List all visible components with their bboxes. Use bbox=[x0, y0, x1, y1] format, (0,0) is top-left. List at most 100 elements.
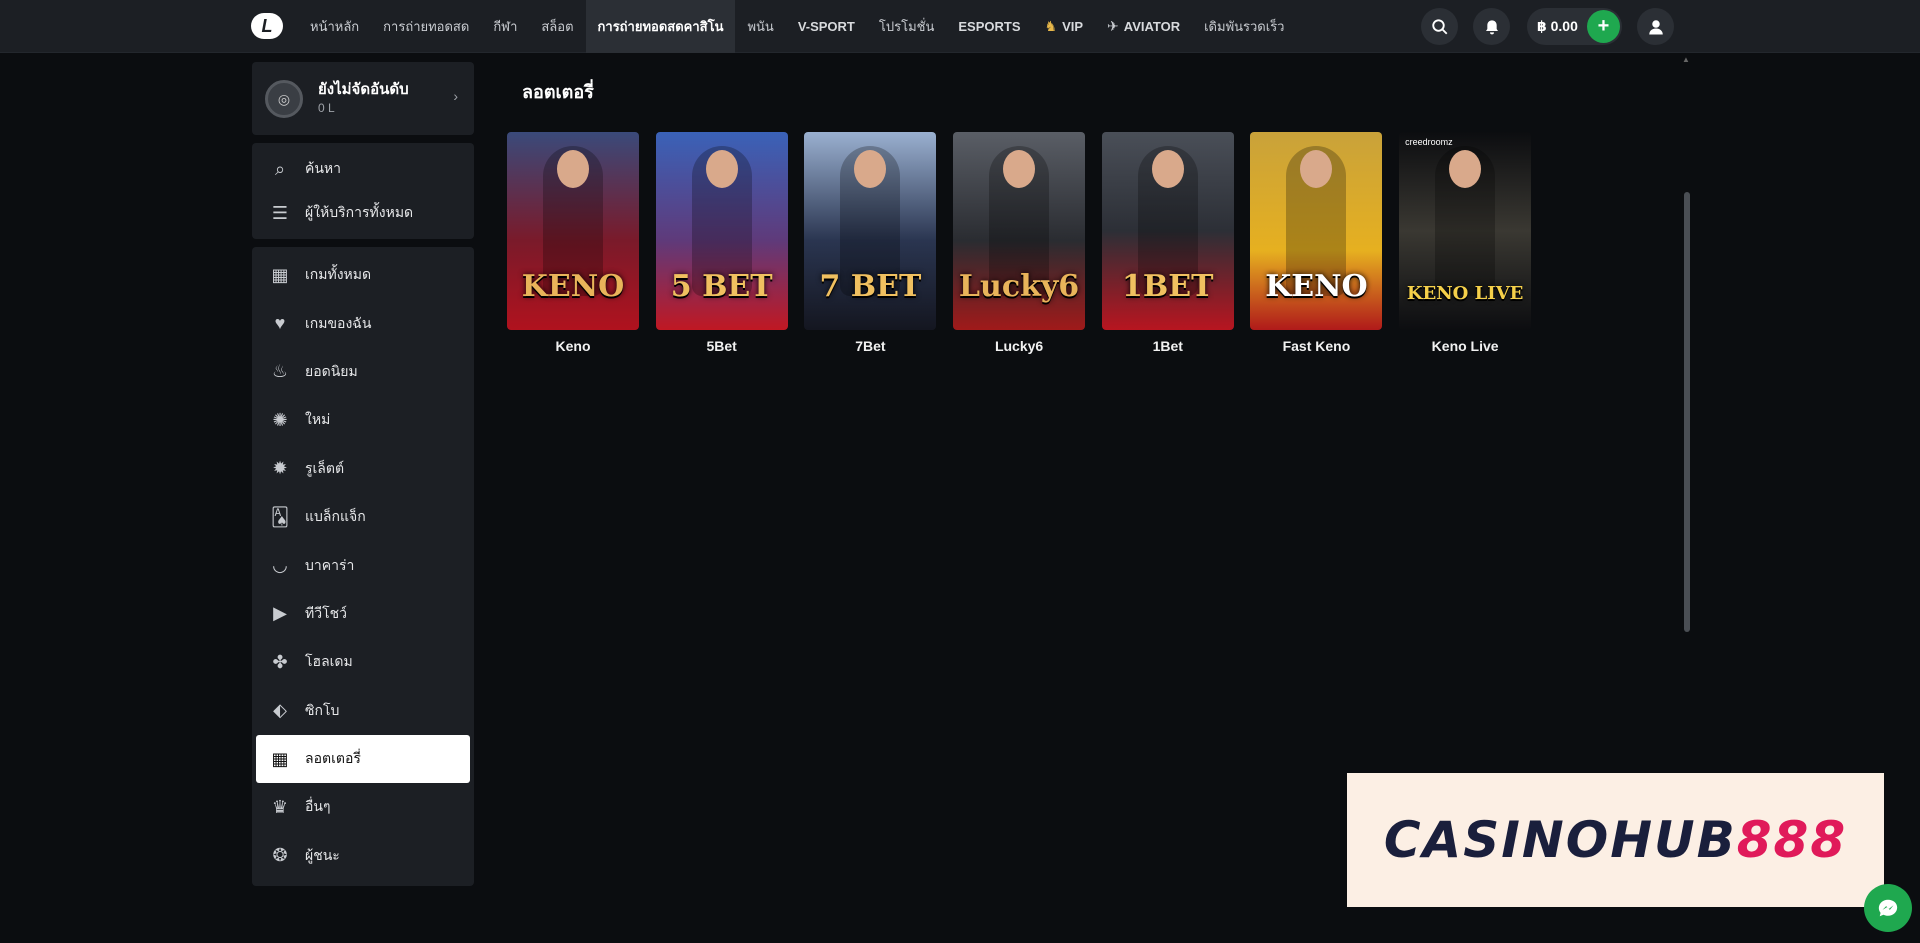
game-card[interactable]: 7 BET 7Bet bbox=[804, 132, 937, 354]
game-logo-text: 5 BET bbox=[670, 269, 773, 304]
game-card[interactable]: Lucky6 Lucky6 bbox=[953, 132, 1086, 354]
new-chip-icon: ✺ bbox=[272, 409, 288, 430]
bell-icon bbox=[1485, 19, 1498, 34]
sidebar-item-play[interactable]: ▶ ทีวีโชว์ bbox=[252, 590, 474, 638]
heart-icon: ♥ bbox=[274, 313, 286, 334]
nav-item-label: VIP bbox=[1062, 19, 1084, 34]
sidebar-item-flame[interactable]: ♨ ยอดนิยม bbox=[252, 348, 474, 396]
game-thumbnail[interactable]: Lucky6 bbox=[953, 132, 1086, 330]
sidebar-item-crown[interactable]: ♛ อื่นๆ bbox=[252, 783, 474, 831]
holdem-icon: ✤ bbox=[272, 651, 288, 672]
sidebar-item-grid[interactable]: ▦ เกมทั้งหมด bbox=[252, 251, 474, 299]
dice-icon: ⬖ bbox=[273, 700, 287, 721]
sidebar: ◎ ยังไม่จัดอันดับ 0 L › ⌕ ค้นหา ☰ ผู้ให้บริ… bbox=[252, 62, 474, 887]
game-card[interactable]: KENO Fast Keno bbox=[1250, 132, 1383, 354]
sidebar-item-baccarat[interactable]: ◡ บาคาร่า bbox=[252, 541, 474, 589]
flame-icon: ♨ bbox=[271, 361, 289, 382]
game-name[interactable]: Keno bbox=[507, 338, 639, 354]
sidebar-item-dice[interactable]: ⬖ ซิกโบ bbox=[252, 687, 474, 735]
game-name[interactable]: 1Bet bbox=[1102, 338, 1234, 354]
nav-item-label: AVIATOR bbox=[1123, 19, 1181, 34]
chat-icon bbox=[1878, 899, 1898, 917]
game-logo-text: KENO bbox=[1265, 269, 1368, 304]
balance-amount: ฿ 0.00 bbox=[1537, 18, 1578, 34]
sidebar-categories: ▦ เกมทั้งหมด ♥ เกมของฉัน ♨ ยอดนิยม ✺ ใหม่ ✹ รูเล็… bbox=[252, 247, 474, 887]
game-logo-text: Lucky6 bbox=[958, 269, 1080, 304]
nav-item-label: การถ่ายทอดสด bbox=[383, 19, 470, 34]
game-logo-text: 7 BET bbox=[819, 269, 922, 304]
sidebar-item-holdem[interactable]: ✤ โฮลเดม bbox=[252, 638, 474, 686]
sidebar-item-lottery[interactable]: ▦ ลอตเตอรี่ bbox=[256, 734, 470, 784]
nav-item-8[interactable]: ESPORTS bbox=[946, 0, 1032, 53]
lottery-icon: ▦ bbox=[271, 748, 289, 769]
provider-tag: creedroomz bbox=[1405, 137, 1453, 147]
sidebar-item-search[interactable]: ⌕ ค้นหา bbox=[252, 147, 474, 191]
dealer-head bbox=[557, 150, 589, 188]
scrollbar-thumb[interactable] bbox=[1684, 192, 1690, 632]
game-name[interactable]: Lucky6 bbox=[953, 338, 1085, 354]
sidebar-item-label: เกมของฉัน bbox=[305, 314, 372, 331]
sidebar-item-cards[interactable]: 🂡 แบล็กแจ็ก bbox=[252, 493, 474, 541]
nav-item-label: พนัน bbox=[747, 19, 774, 34]
game-thumbnail[interactable]: 5 BET bbox=[655, 132, 788, 330]
nav-item-label: สล็อต bbox=[541, 19, 574, 34]
profile-button[interactable] bbox=[1637, 8, 1674, 45]
game-name[interactable]: Fast Keno bbox=[1250, 338, 1382, 354]
site-logo[interactable]: L bbox=[251, 13, 283, 39]
sidebar-item-label: โฮลเดม bbox=[305, 653, 353, 670]
grid-icon: ▦ bbox=[271, 264, 289, 285]
nav-item-5[interactable]: พนัน bbox=[735, 0, 785, 53]
scroll-up-arrow[interactable]: ▲ bbox=[1682, 55, 1690, 64]
page-title: ลอตเตอรี่ bbox=[522, 82, 594, 102]
nav-item-label: โปรโมชั่น bbox=[878, 19, 935, 34]
game-card[interactable]: KENO Keno bbox=[507, 132, 639, 354]
sidebar-item-label: แบล็กแจ็ก bbox=[305, 508, 366, 525]
rank-card[interactable]: ◎ ยังไม่จัดอันดับ 0 L › bbox=[252, 62, 474, 135]
sidebar-item-label: ลอตเตอรี่ bbox=[305, 750, 361, 767]
nav-item-0[interactable]: หน้าหลัก bbox=[298, 0, 371, 53]
search-button[interactable] bbox=[1421, 8, 1458, 45]
sidebar-item-new-chip[interactable]: ✺ ใหม่ bbox=[252, 396, 474, 444]
nav-item-4[interactable]: การถ่ายทอดสดคาสิโน bbox=[585, 0, 736, 53]
games-grid: KENO Keno 5 BET 5Bet 7 BET 7Bet Lucky6 Lucky6 1B… bbox=[507, 132, 1548, 354]
nav-item-1[interactable]: การถ่ายทอดสด bbox=[371, 0, 481, 53]
sidebar-item-label: ใหม่ bbox=[305, 411, 331, 428]
sidebar-item-heart[interactable]: ♥ เกมของฉัน bbox=[252, 299, 474, 347]
nav-item-7[interactable]: โปรโมชั่น bbox=[867, 0, 946, 53]
vip-shield-icon: ♞ bbox=[1044, 18, 1058, 34]
game-name[interactable]: Keno Live bbox=[1399, 338, 1531, 354]
roulette-icon: ✹ bbox=[272, 458, 288, 479]
game-thumbnail[interactable]: 1BET bbox=[1101, 132, 1234, 330]
nav-item-11[interactable]: เดิมพันรวดเร็ว bbox=[1192, 0, 1296, 53]
sidebar-item-roulette[interactable]: ✹ รูเล็ตต์ bbox=[252, 445, 474, 493]
game-thumbnail[interactable]: KENO bbox=[507, 132, 639, 330]
sidebar-item-label: บาคาร่า bbox=[305, 556, 355, 573]
top-navigation-bar: L หน้าหลัก การถ่ายทอดสด กีฬา สล็อต การถ่ายทอ… bbox=[0, 0, 1920, 53]
nav-item-label: เดิมพันรวดเร็ว bbox=[1204, 19, 1285, 34]
sidebar-item-winners[interactable]: ❂ ผู้ชนะ bbox=[252, 832, 474, 880]
game-name[interactable]: 5Bet bbox=[656, 338, 788, 354]
balance-button[interactable]: ฿ 0.00 + bbox=[1527, 8, 1622, 45]
game-thumbnail[interactable]: KENO bbox=[1250, 132, 1383, 330]
game-card[interactable]: creedroomz KENO LIVE Keno Live bbox=[1399, 132, 1532, 354]
sidebar-item-filter[interactable]: ☰ ผู้ให้บริการทั้งหมด bbox=[252, 191, 474, 235]
baccarat-icon: ◡ bbox=[272, 555, 288, 576]
banner-text-main: CASINOHUB bbox=[1383, 811, 1737, 869]
nav-item-3[interactable]: สล็อต bbox=[529, 0, 585, 53]
game-thumbnail[interactable]: creedroomz KENO LIVE bbox=[1399, 132, 1532, 330]
game-name[interactable]: 7Bet bbox=[804, 338, 936, 354]
nav-item-label: V-SPORT bbox=[797, 19, 855, 34]
nav-item-2[interactable]: กีฬา bbox=[481, 0, 529, 53]
notifications-button[interactable] bbox=[1473, 8, 1510, 45]
game-card[interactable]: 5 BET 5Bet bbox=[655, 132, 788, 354]
banner-text-number: 888 bbox=[1736, 811, 1848, 869]
nav-item-6[interactable]: V-SPORT bbox=[786, 0, 867, 53]
cards-icon: 🂡 bbox=[270, 506, 290, 527]
nav-item-9[interactable]: ♞ VIP bbox=[1033, 0, 1096, 53]
deposit-plus-icon[interactable]: + bbox=[1587, 10, 1620, 43]
game-card[interactable]: 1BET 1Bet bbox=[1101, 132, 1234, 354]
dealer-head bbox=[1449, 150, 1482, 188]
game-thumbnail[interactable]: 7 BET bbox=[804, 132, 937, 330]
chat-button[interactable] bbox=[1864, 884, 1912, 932]
nav-item-10[interactable]: ✈ AVIATOR bbox=[1095, 0, 1192, 53]
